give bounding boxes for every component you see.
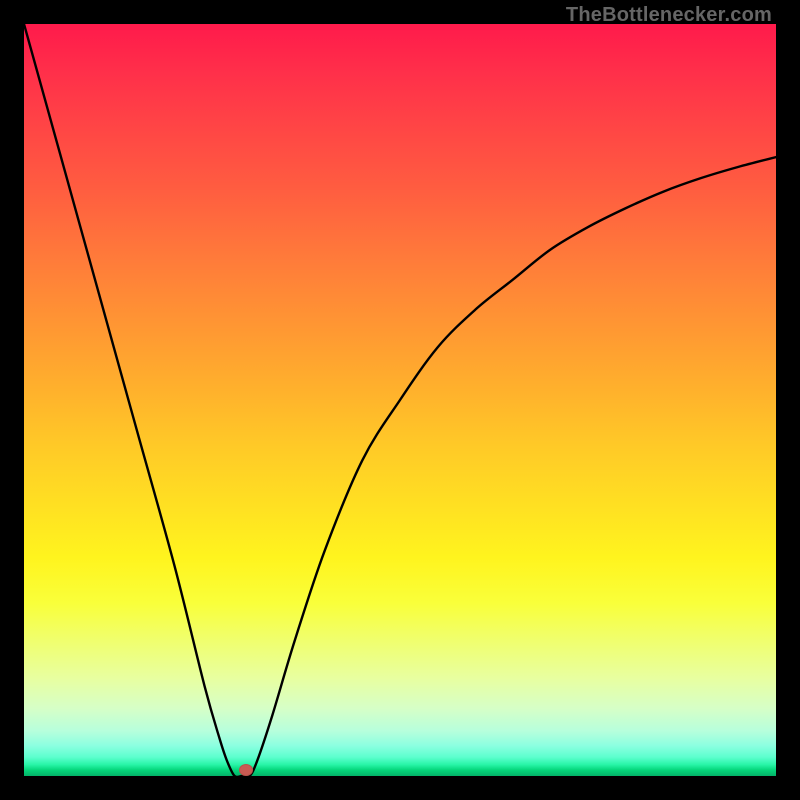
bottleneck-curve bbox=[24, 24, 776, 776]
plot-area bbox=[24, 24, 776, 776]
optimal-point-marker bbox=[239, 764, 253, 776]
chart-frame: TheBottlenecker.com bbox=[0, 0, 800, 800]
